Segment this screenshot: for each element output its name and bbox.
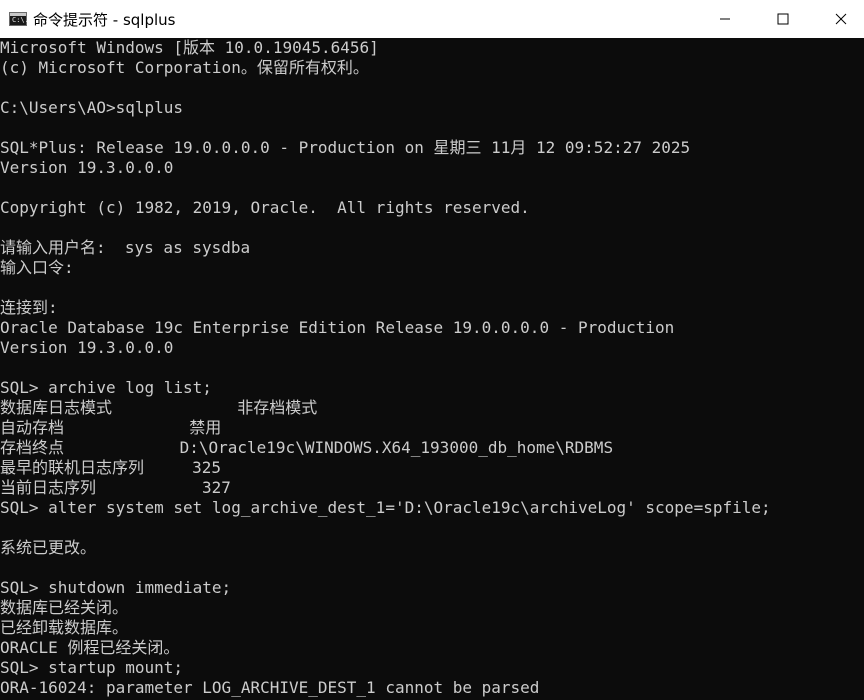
console-line: ORA-16024: parameter LOG_ARCHIVE_DEST_1 … <box>0 678 540 697</box>
console-line: 最早的联机日志序列 325 <box>0 458 222 477</box>
console-output[interactable]: Microsoft Windows [版本 10.0.19045.6456] (c… <box>0 38 864 700</box>
window-title: 命令提示符 - sqlplus <box>33 10 176 29</box>
console-line: (c) Microsoft Corporation。保留所有权利。 <box>0 58 369 77</box>
console-line: Microsoft Windows [版本 10.0.19045.6456] <box>0 38 379 57</box>
minimize-button[interactable] <box>702 0 748 38</box>
console-line: 输入口令: <box>0 258 74 277</box>
console-line: 数据库已经关闭。 <box>0 598 129 617</box>
minimize-icon <box>720 18 730 20</box>
console-line: 存档终点 D:\Oracle19c\WINDOWS.X64_193000_db_… <box>0 438 614 457</box>
console-line: 自动存档 禁用 <box>0 418 222 437</box>
close-button[interactable] <box>818 0 864 38</box>
console-line: 数据库日志模式 非存档模式 <box>0 398 318 417</box>
maximize-button[interactable] <box>760 0 806 38</box>
console-line: 已经卸载数据库。 <box>0 618 129 637</box>
caption-buttons <box>690 0 864 38</box>
title-bar[interactable]: C:\. 命令提示符 - sqlplus <box>0 0 864 38</box>
console-line: SQL> alter system set log_archive_dest_1… <box>0 498 771 517</box>
console-line: SQL> archive log list; <box>0 378 212 397</box>
console-line: Copyright (c) 1982, 2019, Oracle. All ri… <box>0 198 530 217</box>
console-line: C:\Users\AO>sqlplus <box>0 98 184 117</box>
console-line: ORACLE 例程已经关闭。 <box>0 638 180 657</box>
console-line: 连接到: <box>0 298 58 317</box>
maximize-icon <box>777 13 789 25</box>
cmd-icon-glyph: C:\. <box>12 16 29 24</box>
console-line: 请输入用户名: sys as sysdba <box>0 238 251 257</box>
close-icon <box>835 13 847 25</box>
console-line: Oracle Database 19c Enterprise Edition R… <box>0 318 675 337</box>
console-line: 系统已更改。 <box>0 538 97 557</box>
console-line: SQL*Plus: Release 19.0.0.0.0 - Productio… <box>0 138 691 157</box>
console-line: SQL> startup mount; <box>0 658 184 677</box>
console-line: Version 19.3.0.0.0 <box>0 338 174 357</box>
console-line: 当前日志序列 327 <box>0 478 231 497</box>
cmd-icon: C:\. <box>9 12 29 26</box>
console-line: SQL> shutdown immediate; <box>0 578 232 597</box>
cmd-window: C:\. 命令提示符 - sqlplus Microsoft Windows [… <box>0 0 864 700</box>
console-line: Version 19.3.0.0.0 <box>0 158 174 177</box>
